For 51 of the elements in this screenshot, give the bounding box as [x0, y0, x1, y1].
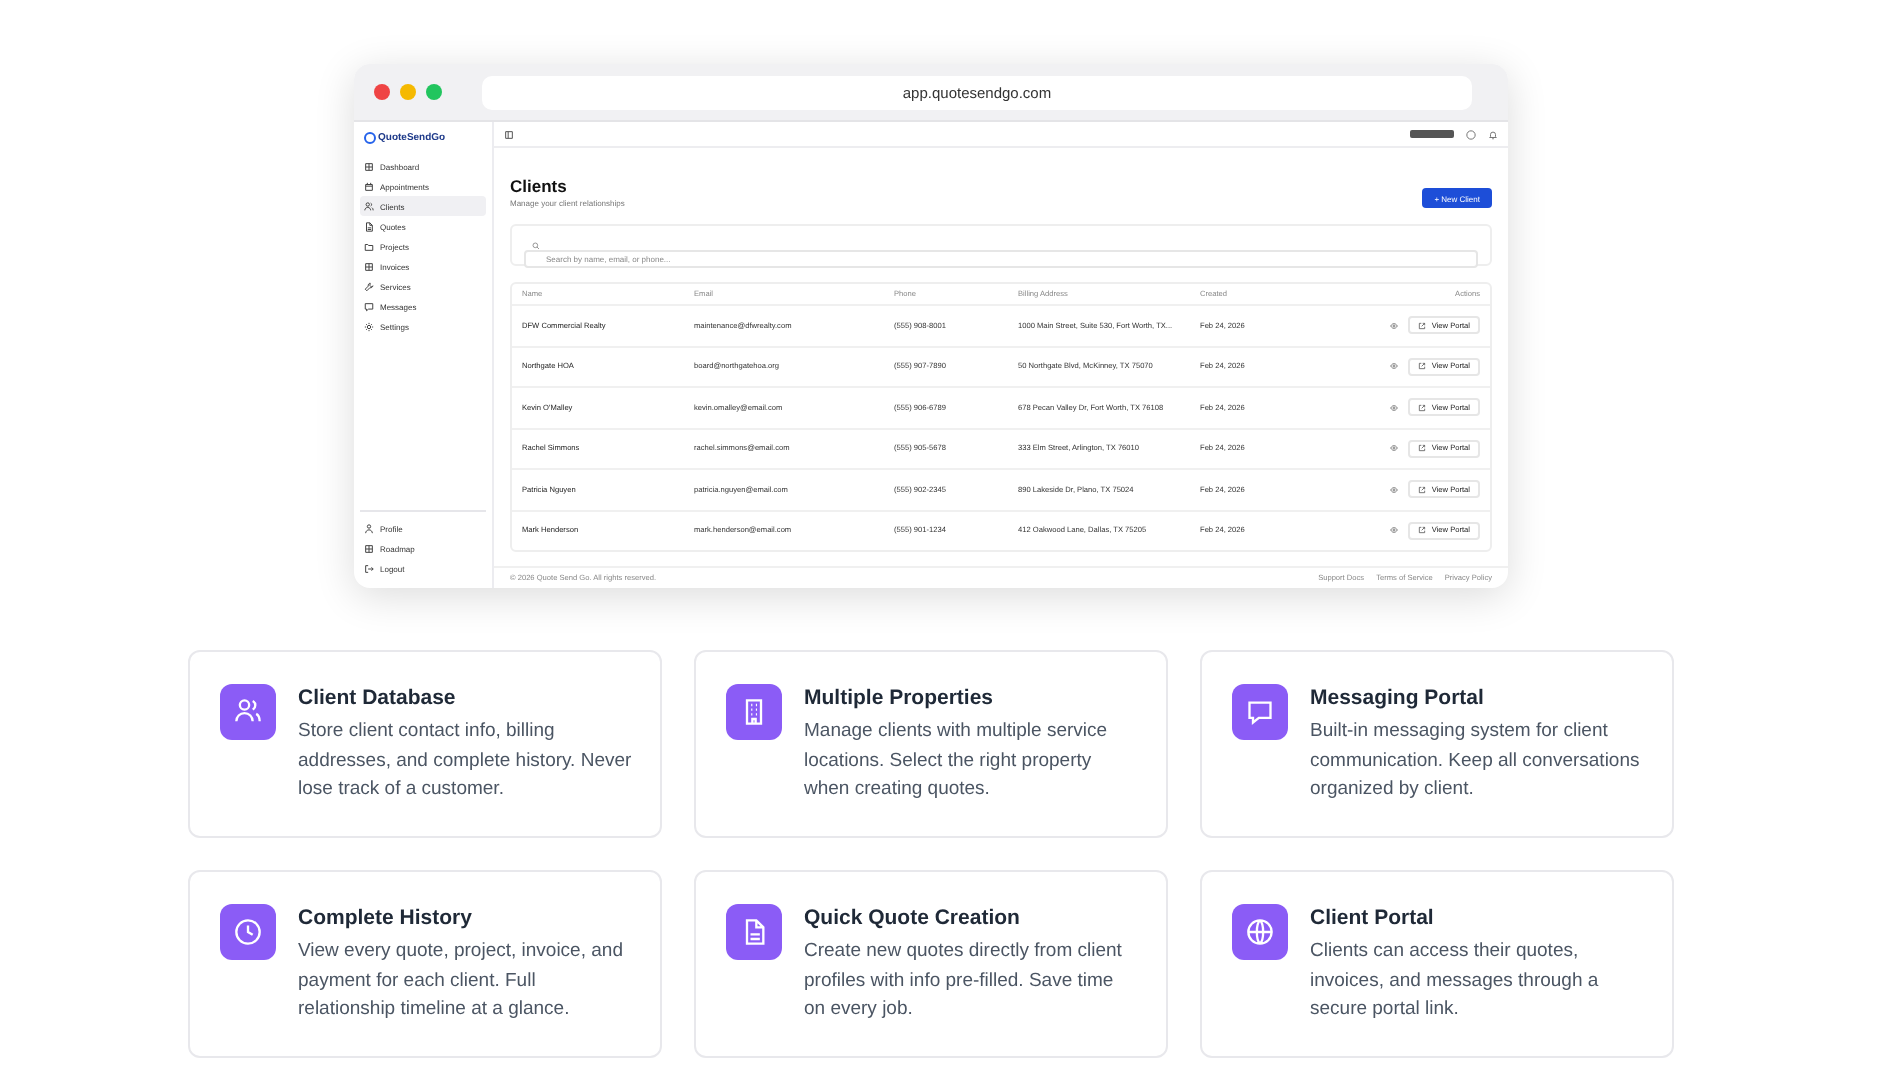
page-title: Clients	[510, 176, 569, 196]
eye-icon[interactable]	[1389, 403, 1398, 412]
external-link-icon	[1417, 526, 1426, 535]
building-icon	[726, 684, 782, 740]
external-link-icon	[1417, 321, 1426, 330]
external-link-icon	[1417, 403, 1426, 412]
eye-icon[interactable]	[1389, 526, 1398, 535]
feature-description: Built-in messaging system for client communication. Keep all conversations organized by client.	[1310, 718, 1642, 805]
document-icon	[364, 221, 374, 231]
chat-icon	[1232, 684, 1288, 740]
wrench-icon	[364, 281, 374, 291]
feature-title: Multiple Properties	[804, 686, 996, 710]
feature-title: Complete History	[298, 906, 474, 930]
grid-icon	[364, 543, 374, 553]
eye-icon[interactable]	[1389, 321, 1398, 330]
eye-icon[interactable]	[1389, 444, 1398, 453]
close-dot[interactable]	[374, 84, 390, 100]
user-icon	[364, 523, 374, 533]
feature-title: Quick Quote Creation	[804, 906, 1022, 930]
search-icon	[532, 241, 540, 249]
feature-description: Create new quotes directly from client profiles with info pre-filled. Save time on every job.	[804, 938, 1124, 1025]
maximize-dot[interactable]	[426, 84, 442, 100]
clock-icon	[220, 904, 276, 960]
minimize-dot[interactable]	[400, 84, 416, 100]
grid-icon	[364, 261, 374, 271]
document-icon	[726, 904, 782, 960]
status-badge	[1410, 130, 1454, 138]
feature-description: Manage clients with multiple service locations. Select the right property when creating quotes.	[804, 718, 1110, 805]
bell-icon[interactable]	[1488, 129, 1498, 139]
feature-title: Messaging Portal	[1310, 686, 1486, 710]
eye-icon[interactable]	[1389, 362, 1398, 371]
feature-title: Client Portal	[1310, 906, 1436, 930]
feature-description: View every quote, project, invoice, and payment for each client. Full relationship timeline at a glance.	[298, 938, 625, 1025]
external-link-icon	[1417, 485, 1426, 494]
users-icon	[364, 201, 374, 211]
external-link-icon	[1417, 444, 1426, 453]
logout-icon	[364, 563, 374, 573]
help-icon[interactable]	[1466, 129, 1476, 139]
sidebar-toggle-icon[interactable]	[504, 129, 514, 139]
calendar-icon	[364, 181, 374, 191]
settings-icon	[364, 321, 374, 331]
chat-icon	[364, 301, 374, 311]
feature-title: Client Database	[298, 686, 458, 710]
feature-description: Store client contact info, billing addresses, and complete history. Never lose track of a customer.	[298, 718, 632, 805]
folder-icon	[364, 241, 374, 251]
feature-description: Clients can access their quotes, invoices, and messages through a secure portal link.	[1310, 938, 1601, 1025]
external-link-icon	[1417, 362, 1426, 371]
eye-icon[interactable]	[1389, 485, 1398, 494]
globe-icon	[1232, 904, 1288, 960]
users-icon	[220, 684, 276, 740]
grid-icon	[364, 161, 374, 171]
